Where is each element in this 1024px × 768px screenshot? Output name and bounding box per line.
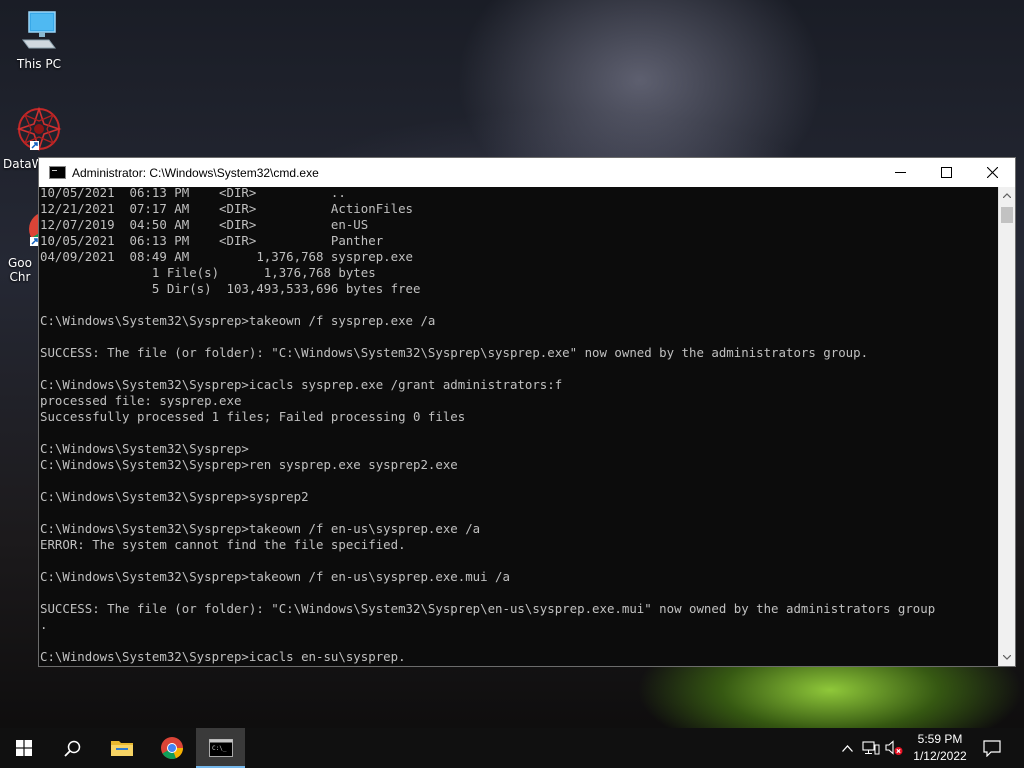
vertical-scrollbar[interactable] — [998, 187, 1015, 666]
taskbar: C:\_ 5:59 PM 1/12/2022 — [0, 728, 1024, 768]
action-center-button[interactable] — [980, 728, 1004, 768]
minimize-icon — [894, 172, 906, 173]
search-button[interactable] — [48, 728, 96, 768]
scroll-down-button[interactable] — [999, 649, 1015, 666]
network-tray-button[interactable] — [860, 728, 882, 768]
chrome-taskbar-button[interactable] — [148, 728, 196, 768]
scroll-thumb[interactable] — [1001, 207, 1013, 223]
volume-muted-icon — [885, 740, 903, 755]
windows-logo-icon — [16, 740, 32, 756]
chevron-down-icon — [1003, 655, 1011, 660]
clock[interactable]: 5:59 PM 1/12/2022 — [905, 731, 975, 765]
clock-date: 1/12/2022 — [913, 749, 967, 763]
desktop-icon-label: This PC — [17, 57, 61, 71]
file-explorer-button[interactable] — [98, 728, 146, 768]
maximize-button[interactable] — [923, 158, 969, 187]
window-title: Administrator: C:\Windows\System32\cmd.e… — [72, 165, 319, 180]
scroll-up-button[interactable] — [999, 187, 1015, 204]
close-icon — [986, 167, 998, 178]
network-icon — [862, 740, 880, 754]
console-text: 10/05/2021 06:13 PM <DIR> .. 12/21/2021 … — [40, 187, 936, 664]
chevron-up-icon — [1003, 193, 1011, 198]
desktop-icon-label: Goo Chr — [8, 256, 32, 284]
cmd-taskbar-button[interactable]: C:\_ — [196, 728, 245, 768]
computer-icon — [22, 11, 56, 49]
mandala-icon — [16, 106, 62, 152]
notification-icon — [983, 739, 1001, 757]
chrome-icon — [161, 737, 183, 759]
title-bar[interactable]: Administrator: C:\Windows\System32\cmd.e… — [39, 158, 1015, 187]
console-output[interactable]: 10/05/2021 06:13 PM <DIR> .. 12/21/2021 … — [39, 187, 999, 666]
chevron-up-icon — [841, 744, 853, 752]
minimize-button[interactable] — [877, 158, 923, 187]
svg-text:C:\_: C:\_ — [212, 745, 227, 752]
close-button[interactable] — [969, 158, 1015, 187]
search-icon — [63, 740, 80, 757]
folder-icon — [111, 741, 133, 756]
cmd-icon: C:\_ — [208, 739, 233, 757]
maximize-icon — [940, 167, 952, 178]
clock-time: 5:59 PM — [917, 732, 963, 746]
volume-tray-button[interactable] — [883, 728, 905, 768]
desktop-icon-this-pc[interactable]: This PC — [2, 10, 76, 71]
cmd-window: Administrator: C:\Windows\System32\cmd.e… — [38, 157, 1016, 667]
cmd-icon — [49, 166, 66, 179]
start-button[interactable] — [0, 728, 48, 768]
show-hidden-icons-button[interactable] — [838, 728, 856, 768]
